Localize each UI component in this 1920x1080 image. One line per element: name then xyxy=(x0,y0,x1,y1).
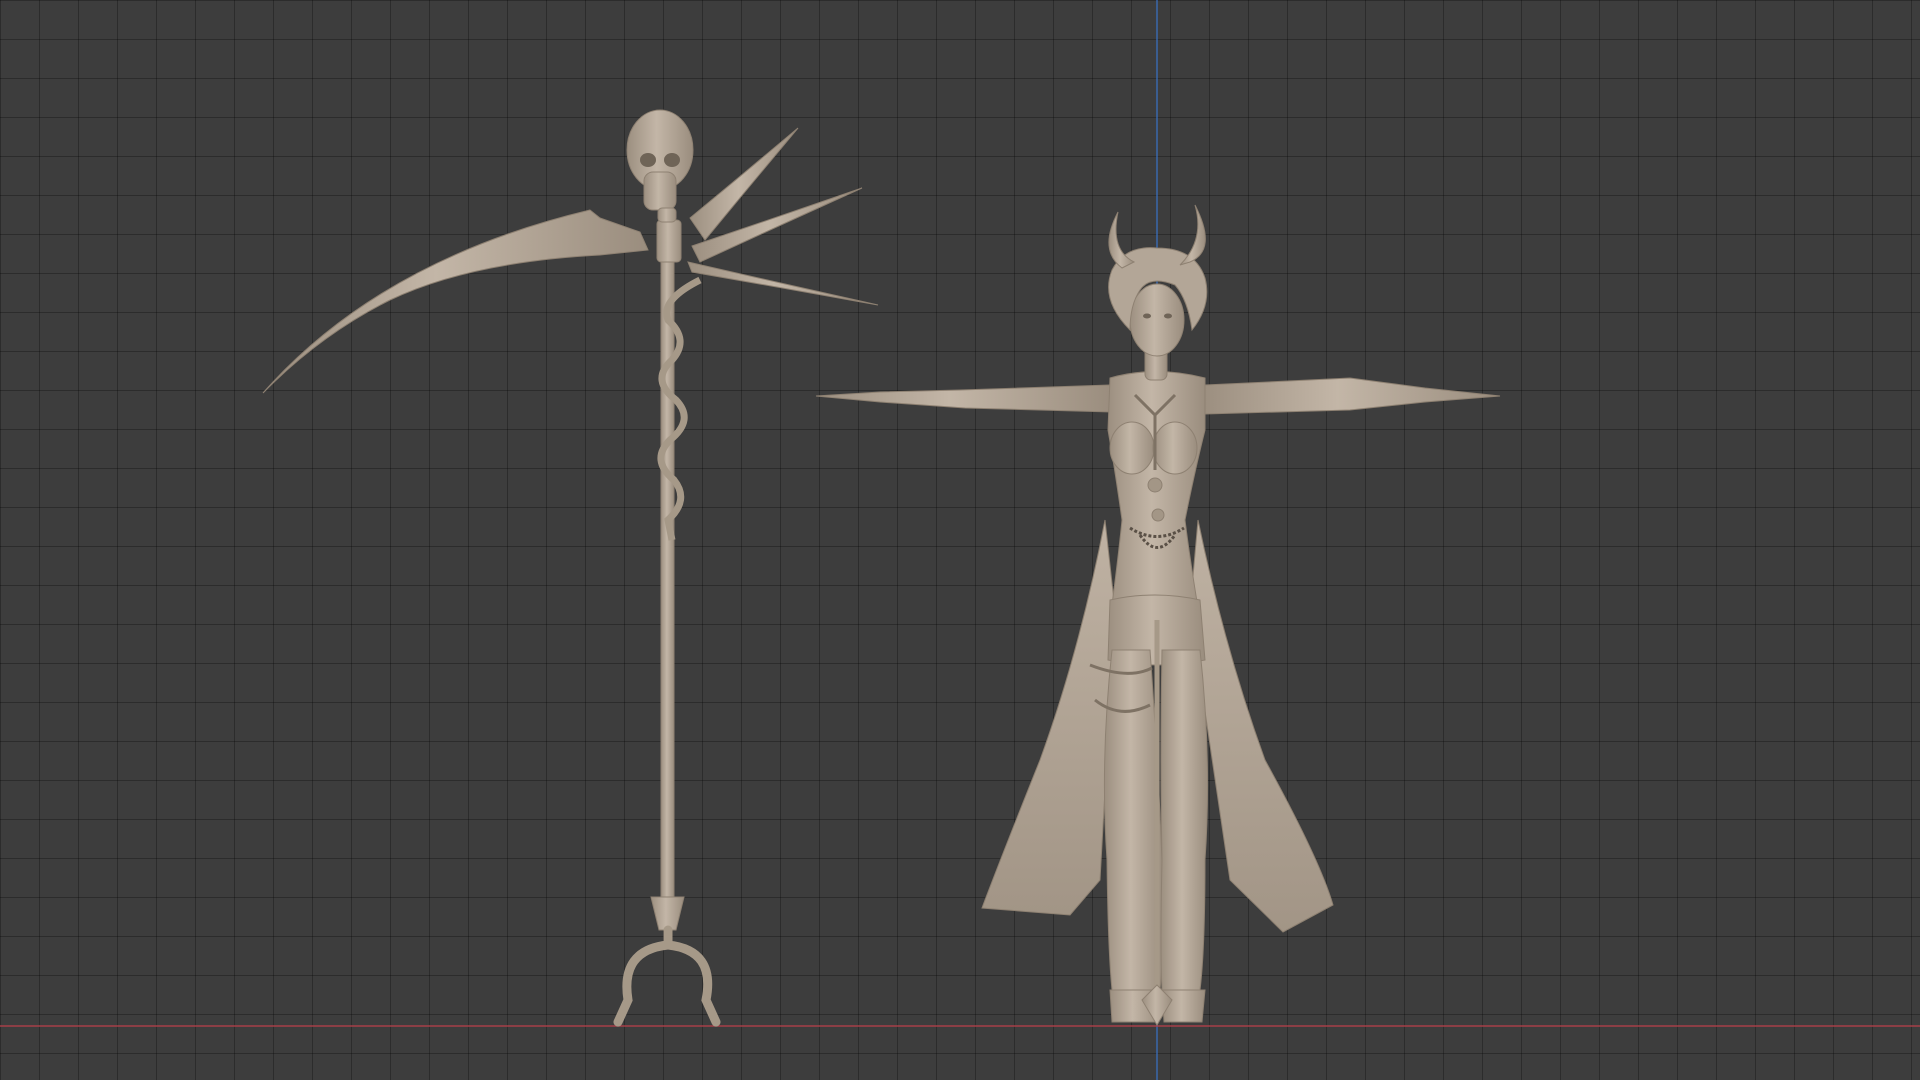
character-torso xyxy=(1107,371,1206,621)
belt-skull-upper xyxy=(1147,477,1163,493)
character-head xyxy=(1129,283,1185,357)
scythe-skull-jaw xyxy=(643,171,677,211)
character-chest-right xyxy=(1152,421,1198,475)
scythe-cup xyxy=(650,896,685,931)
belt-skull-lower xyxy=(1151,508,1165,522)
scythe-blade xyxy=(262,209,649,394)
scythe-fork xyxy=(613,925,721,1027)
scythe-neck xyxy=(657,207,677,223)
character-right-arm xyxy=(1204,377,1501,415)
character-right-leg xyxy=(1160,649,1209,991)
character-left-leg xyxy=(1103,649,1164,991)
character-left-horn xyxy=(1108,211,1136,269)
scythe-spike-lower xyxy=(687,261,879,306)
skull-left-eye xyxy=(640,153,656,167)
character-coat-right xyxy=(1189,519,1334,933)
character-left-eye xyxy=(1143,313,1151,319)
scythe-model[interactable] xyxy=(262,109,879,1027)
character-model[interactable] xyxy=(815,204,1501,1026)
3d-viewport[interactable] xyxy=(0,0,1920,1080)
character-right-eye xyxy=(1164,313,1172,319)
character-coat xyxy=(981,519,1116,916)
scythe-collar xyxy=(656,219,682,263)
character-chest-left xyxy=(1109,421,1155,475)
character-left-arm xyxy=(815,384,1113,413)
viewport-scene[interactable] xyxy=(0,0,1920,1080)
skull-right-eye xyxy=(664,153,680,167)
